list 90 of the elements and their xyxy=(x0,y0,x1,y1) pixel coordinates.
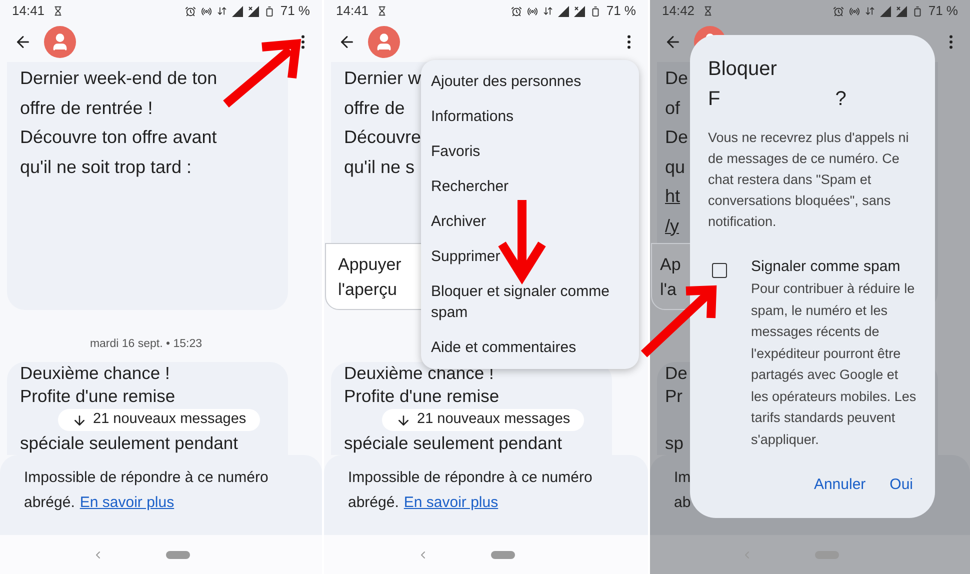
avatar-icon[interactable] xyxy=(44,26,76,58)
avatar-icon[interactable] xyxy=(368,26,400,58)
preview-text: l'aperçu xyxy=(338,279,398,301)
message-text: of xyxy=(665,96,680,120)
battery-level: 71 % xyxy=(606,2,636,20)
alarm-icon xyxy=(185,6,196,16)
battery-level: 71 % xyxy=(928,2,958,20)
back-icon[interactable] xyxy=(338,33,356,51)
message-text: qu'il ne soit trop tard : xyxy=(20,156,192,179)
new-messages-button[interactable]: 21 nouveaux messages xyxy=(58,409,260,431)
notice-text: Impossible de répondre à ce numéro xyxy=(348,468,592,488)
alarm-icon xyxy=(511,6,522,16)
message-text: offre de xyxy=(344,96,405,120)
dialog-title: F xyxy=(708,87,720,112)
data-icon xyxy=(543,6,554,16)
data-icon xyxy=(217,6,228,16)
preview-text: l'a xyxy=(660,279,676,301)
no-signal-icon xyxy=(896,6,908,16)
menu-item[interactable]: Favoris xyxy=(421,134,639,169)
preview-text: Appuyer xyxy=(338,254,402,276)
arrow-down-icon xyxy=(72,412,87,428)
dialog-title: Bloquer xyxy=(708,57,778,82)
battery-level: 71 % xyxy=(280,2,310,20)
option-description: Pour contribuer à réduire le spam, le numéro et les messages récents de l'expéditeur pourront être partagés avec Google et les opérateurs mobiles. Les tarifs standards peuvent s'appliquer. xyxy=(751,280,917,449)
hotspot-icon xyxy=(201,6,212,16)
message-text: Profite d'une remise xyxy=(344,385,500,408)
home-pill[interactable] xyxy=(166,550,190,558)
battery-icon xyxy=(264,6,276,16)
message-text: qu'il ne s xyxy=(344,156,414,179)
alarm-icon xyxy=(833,6,844,16)
dialog-message: Vous ne recevrez plus d'appels ni de messages de ce numéro. Ce chat restera dans "Spam et conversations bloquées", sans notification. xyxy=(708,129,910,231)
menu-item[interactable]: Bloquer et signaler comme spam xyxy=(421,274,639,330)
message-link[interactable]: /y xyxy=(665,212,680,241)
hourglass-icon xyxy=(376,6,387,16)
notice-text: abrégé. xyxy=(348,493,399,513)
no-signal-icon xyxy=(248,6,260,16)
dialog-button[interactable]: Annuler xyxy=(810,474,870,496)
arrow-down-icon xyxy=(396,412,411,428)
message-text: Deuxième chance ! xyxy=(20,362,170,385)
message-text: Dernier week-end de ton xyxy=(20,67,218,90)
message-text: Pr xyxy=(665,385,682,408)
signal-icon xyxy=(558,6,570,16)
notice-text: Impossible de répondre à ce numéro xyxy=(24,468,268,488)
checkbox[interactable] xyxy=(712,263,727,278)
notice-text: abrégé. xyxy=(24,493,75,513)
data-icon xyxy=(865,6,876,16)
signal-icon xyxy=(880,6,892,16)
back-icon[interactable] xyxy=(14,33,32,51)
home-pill[interactable] xyxy=(491,550,515,558)
message-text: sp xyxy=(665,432,684,455)
message-text: De xyxy=(665,362,688,385)
learn-more-link[interactable]: En savoir plus xyxy=(404,490,498,515)
status-time: 14:41 xyxy=(336,2,369,20)
message-link[interactable]: ht xyxy=(665,182,680,212)
menu-item[interactable]: Supprimer xyxy=(421,239,639,274)
message-text: qu xyxy=(665,156,686,179)
menu-item[interactable]: Ajouter des personnes xyxy=(421,64,639,99)
message-text: Découvre ton offre avant xyxy=(20,126,217,149)
notice-text: ab xyxy=(674,493,691,513)
option-label[interactable]: Signaler comme spam xyxy=(751,256,917,278)
preview-text: Ap xyxy=(660,254,681,276)
menu-item[interactable]: Rechercher xyxy=(421,169,639,204)
back-icon[interactable] xyxy=(664,33,682,51)
menu-item[interactable]: Aide et commentaires xyxy=(421,330,639,365)
message-text: offre de rentrée ! xyxy=(20,96,153,120)
new-messages-button[interactable]: 21 nouveaux messages xyxy=(382,409,584,431)
hotspot-icon xyxy=(849,6,860,16)
signal-icon xyxy=(232,6,244,16)
notice-text: Im xyxy=(674,468,691,488)
menu-item[interactable]: Informations xyxy=(421,99,639,134)
message-text: Découvre xyxy=(344,126,422,149)
message-text: De xyxy=(665,126,688,149)
dialog-button[interactable]: Oui xyxy=(886,474,917,496)
menu-item[interactable]: Archiver xyxy=(421,204,639,239)
learn-more-link[interactable]: En savoir plus xyxy=(80,490,174,515)
message-text: spéciale seulement pendant xyxy=(344,432,562,455)
hourglass-icon xyxy=(702,6,713,16)
hourglass-icon xyxy=(52,6,63,16)
message-text: Dernier w xyxy=(344,67,422,90)
battery-icon xyxy=(912,6,924,16)
hotspot-icon xyxy=(527,6,538,16)
message-text: De xyxy=(665,67,688,90)
no-signal-icon xyxy=(574,6,586,16)
status-time: 14:42 xyxy=(662,2,695,20)
dialog-title: ? xyxy=(835,87,846,112)
battery-icon xyxy=(590,6,602,16)
message-text: Profite d'une remise xyxy=(20,385,176,408)
message-text: spéciale seulement pendant xyxy=(20,432,238,455)
date-separator: mardi 16 sept. • 15:23 xyxy=(90,337,202,352)
status-time: 14:41 xyxy=(12,2,45,20)
